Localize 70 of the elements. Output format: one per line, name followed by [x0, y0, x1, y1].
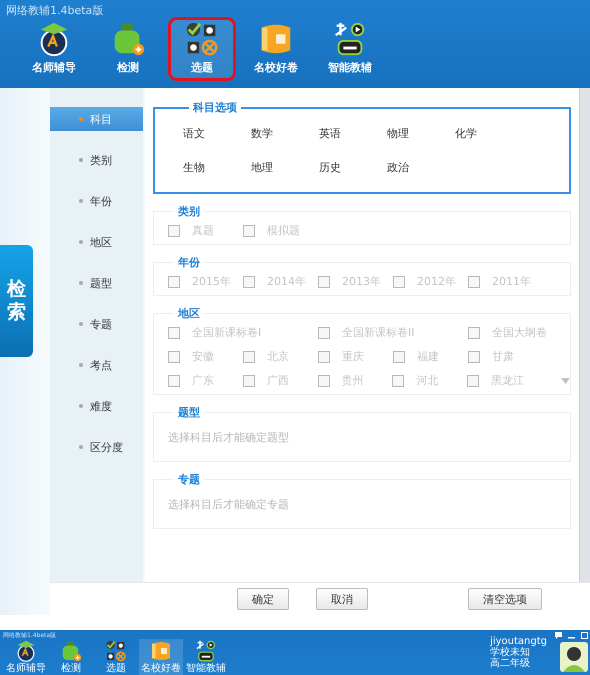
avatar-icon [560, 642, 588, 672]
checkbox-label: 广东 [192, 373, 214, 388]
checkbox-label: 重庆 [342, 349, 364, 364]
toolbar-button[interactable]: 智能教辅 [316, 17, 384, 81]
option-check-icon [104, 639, 128, 663]
sidebar-item[interactable]: 专题 [50, 312, 143, 336]
sidebar-item[interactable]: 题型 [50, 271, 143, 295]
checkbox-label: 模拟题 [267, 223, 300, 238]
checkbox-label: 福建 [417, 349, 439, 364]
checkbox-label: 黑龙江 [491, 373, 524, 388]
sidebar-item[interactable]: 年份 [50, 189, 143, 213]
toolbar-button[interactable]: 选题 [168, 17, 236, 81]
toolbar-button[interactable]: 名师辅导 [20, 17, 88, 81]
user-school: 学校未知 [490, 647, 532, 658]
subject-option[interactable]: 生物 [183, 155, 251, 180]
checkbox-label: 2014年 [267, 274, 306, 289]
taskbar-button[interactable]: 名师辅导 [4, 639, 48, 675]
taskbar-button[interactable]: 选题 [94, 639, 138, 675]
dialog-button[interactable]: 确定 [237, 588, 289, 610]
user-name: jiyoutangtg [490, 636, 547, 647]
dialog-button[interactable]: 取消 [316, 588, 368, 610]
sidebar-item[interactable]: 类别 [50, 148, 143, 172]
sidebar-item[interactable]: 地区 [50, 230, 143, 254]
toolbar-button[interactable]: 检测 [94, 17, 162, 81]
checkbox-label: 2012年 [417, 274, 456, 289]
checkbox-label: 2011年 [492, 274, 531, 289]
checkbox-label: 安徽 [192, 349, 214, 364]
user-grade: 高二年级 [490, 658, 532, 669]
subject-option[interactable]: 语文 [183, 121, 251, 146]
search-tab-label: 检索 [7, 278, 26, 324]
section-title: 科目选项 [192, 100, 238, 115]
hint-text: 选择科目后才能确定题型 [168, 430, 290, 446]
checkbox-label: 河北 [416, 373, 438, 388]
maximize-icon[interactable] [581, 632, 588, 639]
checkbox-label: 北京 [267, 349, 289, 364]
subject-option[interactable]: 物理 [387, 121, 455, 146]
checkbox-label: 全国新课标卷I [192, 325, 262, 340]
checkbox-label: 全国大纲卷 [492, 325, 547, 340]
chat-icon[interactable] [555, 632, 562, 639]
sidebar-item[interactable]: 难度 [50, 394, 143, 418]
section-title: 地区 [176, 306, 201, 321]
sidebar-item[interactable]: 考点 [50, 353, 143, 377]
subject-option[interactable]: 数学 [251, 121, 319, 146]
checkbox-label: 甘肃 [492, 349, 514, 364]
checkbox-label: 贵州 [342, 373, 364, 388]
window-title: 网络教辅1.4beta版 [5, 3, 104, 17]
section-title: 年份 [176, 255, 201, 270]
taskbar-button[interactable]: 智能教辅 [184, 639, 228, 675]
sidebar-item[interactable]: 区分度 [50, 435, 143, 459]
search-tab[interactable]: 检索 [0, 245, 33, 357]
section-title: 题型 [177, 405, 201, 420]
section-title: 专题 [177, 472, 201, 487]
checkbox-label: 广西 [266, 373, 289, 388]
hint-text: 选择科目后才能确定专题 [168, 497, 290, 513]
subject-option[interactable]: 英语 [319, 121, 387, 146]
checkbox-label: 全国新课标卷II [342, 325, 414, 340]
checkbox-label: 2013年 [342, 274, 381, 289]
scrollbar[interactable] [579, 88, 590, 582]
section-title: 类别 [177, 204, 201, 219]
subject-option[interactable]: 历史 [319, 155, 387, 180]
taskbar-button[interactable]: 名校好卷 [139, 639, 183, 675]
subject-option[interactable]: 化学 [455, 121, 523, 146]
checkbox-label: 2015年 [192, 274, 231, 289]
dialog-button[interactable]: 清空选项 [468, 588, 542, 610]
checkbox-label: 真题 [192, 223, 214, 238]
subject-option[interactable]: 政治 [387, 155, 455, 180]
scroll-icon [149, 639, 173, 663]
toolbar-button[interactable]: 名校好卷 [242, 17, 310, 81]
subject-option[interactable]: 地理 [251, 155, 319, 180]
taskbar-button[interactable]: 检测 [49, 639, 93, 675]
